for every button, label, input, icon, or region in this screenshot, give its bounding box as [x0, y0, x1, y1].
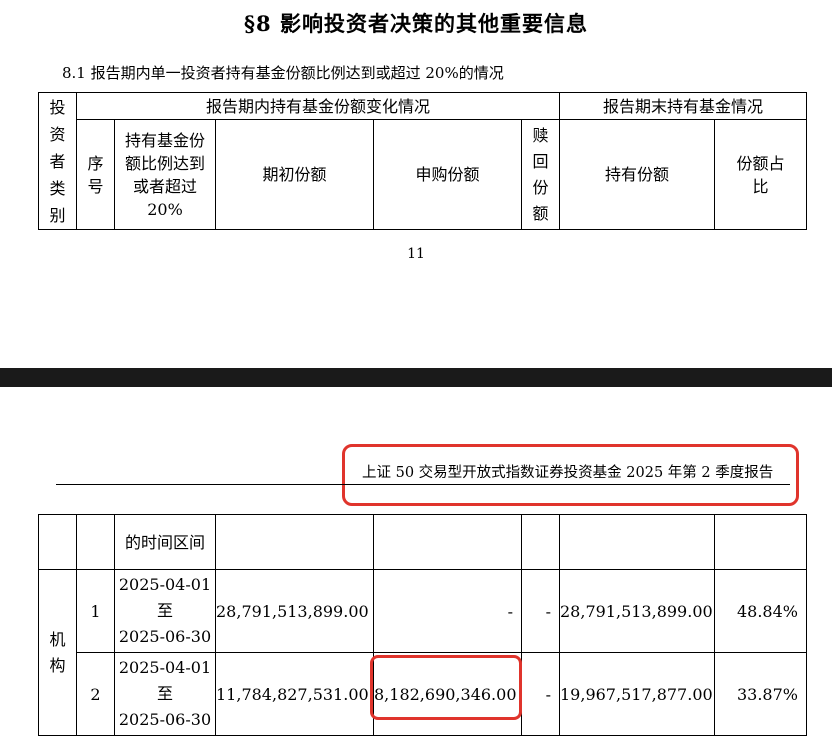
- row-ratio: 48.84%: [714, 569, 807, 653]
- row-seq: 1: [76, 569, 115, 653]
- header-initial: 期初份额: [215, 119, 374, 230]
- row-seq: 2: [76, 652, 115, 736]
- row-ratio: 33.87%: [714, 652, 807, 736]
- cont-cell-type: [38, 514, 77, 570]
- header-rule: [56, 484, 790, 485]
- row-holding: 19,967,517,877.00: [559, 652, 715, 736]
- page-top: §8 影响投资者决策的其他重要信息 8.1 报告期内单一投资者持有基金份额比例达…: [0, 0, 832, 368]
- cont-cell-initial: [215, 514, 374, 570]
- header-holding: 持有份额: [559, 119, 716, 230]
- page-number: 11: [407, 246, 425, 262]
- investor-table-top: 投资者类别 报告期内持有基金份额变化情况 报告期末持有基金情况 序号 持有基金份…: [38, 92, 808, 230]
- header-changes-group: 报告期内持有基金份额变化情况: [75, 92, 561, 120]
- header-period: 持有基金份额比例达到或者超过 20%: [114, 119, 216, 230]
- row-holding: 28,791,513,899.00: [559, 569, 715, 653]
- header-end-group: 报告期末持有基金情况: [559, 92, 808, 120]
- page-divider: [0, 368, 832, 387]
- highlight-box-subscribe: [370, 655, 522, 720]
- header-ratio: 份额占比: [714, 119, 808, 230]
- section-subtitle: 8.1 报告期内单一投资者持有基金份额比例达到或超过 20%的情况: [62, 64, 504, 82]
- header-seq: 序号: [76, 119, 115, 230]
- header-period-cont: 的时间区间: [114, 514, 216, 570]
- header-subscribe: 申购份额: [373, 119, 522, 230]
- header-investor-type: 投资者类别: [38, 92, 77, 230]
- cont-cell-seq: [76, 514, 115, 570]
- row-type: 机构: [38, 569, 77, 736]
- running-header: 上证 50 交易型开放式指数证券投资基金 2025 年第 2 季度报告: [362, 465, 774, 481]
- cont-cell-holding: [559, 514, 715, 570]
- section-title: §8 影响投资者决策的其他重要信息: [244, 11, 588, 36]
- row-subscribe: -: [373, 569, 522, 653]
- row-period: 2025-04-01 至 2025-06-30: [114, 652, 216, 736]
- row-initial: 28,791,513,899.00: [215, 569, 374, 653]
- cont-cell-subscribe: [373, 514, 522, 570]
- header-redeem: 赎回份额: [520, 119, 561, 230]
- table-row: 机构 1 2025-04-01 至 2025-06-30 28,791,513,…: [38, 569, 807, 736]
- row-period: 2025-04-01 至 2025-06-30: [114, 569, 216, 653]
- cont-cell-redeem: [521, 514, 560, 570]
- row-redeem: -: [521, 569, 560, 653]
- row-redeem: -: [521, 652, 560, 736]
- cont-cell-ratio: [714, 514, 807, 570]
- row-initial: 11,784,827,531.00: [215, 652, 374, 736]
